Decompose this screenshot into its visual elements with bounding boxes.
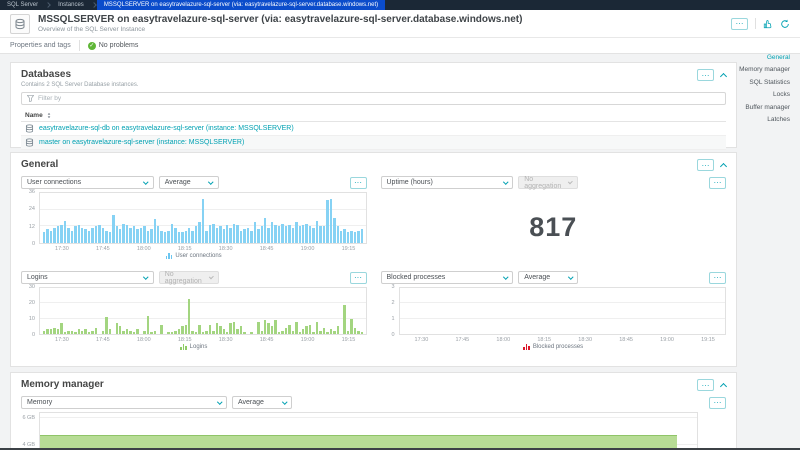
database-icon — [25, 124, 34, 133]
breadcrumb-sql-server[interactable]: SQL Server — [0, 0, 45, 10]
chevron-down-icon — [143, 179, 149, 184]
user-connections-aggregation-dropdown[interactable]: Average — [158, 176, 219, 189]
sidebar-item-latches[interactable]: Latches — [715, 116, 790, 123]
logins-chart: 0 10 20 30 17:30 17:45 18:00 18:15 18:30 18:45 19:… — [21, 284, 367, 350]
logins-metric-dropdown[interactable]: Logins — [21, 271, 154, 284]
memory-chart: 2 GB4 GB6 GB — [21, 412, 698, 450]
breadcrumb-separator-icon — [45, 2, 51, 8]
filter-icon — [27, 95, 34, 102]
general-collapse-icon[interactable] — [719, 162, 728, 171]
general-section: General ··· User connections Average ···… — [10, 152, 737, 367]
database-row[interactable]: master on easytravelazure-sql-server (in… — [21, 136, 726, 150]
page-subtitle: Overview of the SQL Server Instance — [38, 26, 146, 33]
chevron-down-icon — [208, 274, 214, 279]
breadcrumb: SQL Server Instances MSSQLSERVER on easy… — [0, 0, 800, 10]
database-icon — [25, 138, 34, 147]
blocked-processes-aggregation-dropdown[interactable]: Average — [518, 271, 579, 284]
memory-collapse-icon[interactable] — [719, 382, 728, 391]
user-connections-options-button[interactable]: ··· — [349, 176, 367, 189]
databases-section: Databases Contains 2 SQL Server Database… — [10, 62, 737, 150]
problems-status-badge[interactable]: ✓ No problems — [87, 41, 139, 50]
page-title: MSSQLSERVER on easytravelazure-sql-serve… — [38, 14, 523, 25]
logins-aggregation-dropdown: No aggregation — [158, 271, 219, 285]
breadcrumb-current-instance[interactable]: MSSQLSERVER on easytravelazure-sql-serve… — [96, 0, 386, 10]
chevron-down-icon — [568, 179, 574, 184]
thumbs-up-icon[interactable] — [763, 19, 773, 29]
sidebar-item-memory-manager[interactable]: Memory manager — [715, 66, 790, 73]
logins-panel: Logins No aggregation ··· 0 10 20 30 17:30 17… — [21, 271, 367, 350]
uptime-value: 817 — [529, 211, 578, 242]
user-connections-panel: User connections Average ··· 0 12 24 36 17:3… — [21, 176, 367, 262]
chevron-down-icon — [281, 399, 287, 404]
tab-bar: Properties and tags ✓ No problems — [0, 38, 800, 54]
memory-options-button[interactable]: ··· — [709, 396, 726, 409]
no-problems-label: No problems — [98, 42, 139, 49]
database-link[interactable]: easytravelazure-sql-db on easytravelazur… — [39, 125, 294, 132]
breadcrumb-instances[interactable]: Instances — [51, 0, 91, 10]
uptime-options-button[interactable]: ··· — [709, 176, 726, 189]
chevron-down-icon — [503, 179, 508, 184]
uptime-panel: Uptime (hours) No aggregation ··· 817 — [380, 176, 726, 262]
no-problems-check-icon: ✓ — [87, 41, 96, 50]
header-actions: ··· — [731, 17, 790, 30]
divider — [78, 40, 80, 51]
blocked-processes-chart: 0 1 2 3 17:30 17:45 18:00 18:15 18:30 18:45 19:00 1… — [381, 284, 726, 350]
databases-filter — [21, 92, 726, 105]
sort-icon — [47, 112, 51, 119]
refresh-icon[interactable] — [780, 19, 790, 29]
memory-metric-dropdown[interactable]: Memory — [21, 396, 227, 409]
page-header: MSSQLSERVER on easytravelazure-sql-serve… — [0, 10, 800, 38]
chevron-down-icon — [143, 274, 149, 279]
databases-subtitle: Contains 2 SQL Server Database instances… — [21, 82, 139, 88]
memory-aggregation-dropdown[interactable]: Average — [232, 396, 292, 409]
databases-more-button[interactable]: ··· — [697, 69, 714, 81]
name-column-header[interactable]: Name — [25, 112, 43, 119]
logins-options-button[interactable]: ··· — [349, 271, 367, 284]
databases-table-header: Name — [21, 110, 726, 122]
memory-more-button[interactable]: ··· — [697, 379, 714, 391]
memory-manager-section: Memory manager ··· Memory Average ··· 2 … — [10, 372, 737, 450]
sidebar-item-general[interactable]: General — [715, 54, 790, 61]
filter-input[interactable] — [38, 95, 720, 102]
blocked-processes-metric-dropdown[interactable]: Blocked processes — [380, 271, 514, 284]
blocked-processes-panel: Blocked processes Average ··· 0 1 2 3 17:30 1… — [380, 271, 726, 350]
memory-manager-title: Memory manager — [21, 379, 104, 390]
chevron-down-icon — [503, 274, 508, 279]
sql-server-instance-icon — [10, 13, 30, 34]
main-content: Databases Contains 2 SQL Server Database… — [0, 55, 800, 450]
chevron-down-icon — [568, 274, 573, 279]
uptime-aggregation-dropdown: No aggregation — [518, 176, 579, 190]
divider — [755, 18, 756, 29]
databases-title: Databases — [21, 69, 72, 80]
general-more-button[interactable]: ··· — [697, 159, 714, 171]
sidebar-item-sql-statistics[interactable]: SQL Statistics — [715, 79, 790, 86]
header-text: MSSQLSERVER on easytravelazure-sql-serve… — [38, 14, 522, 33]
blocked-processes-options-button[interactable]: ··· — [709, 271, 726, 284]
user-connections-chart: 0 12 24 36 17:30 17:45 18:00 18:15 18:30 18:45 19:… — [21, 189, 367, 259]
chevron-down-icon — [208, 179, 214, 184]
uptime-metric-dropdown[interactable]: Uptime (hours) — [380, 176, 514, 189]
tab-properties-and-tags[interactable]: Properties and tags — [10, 42, 71, 49]
user-connections-metric-dropdown[interactable]: User connections — [21, 176, 154, 189]
database-link[interactable]: master on easytravelazure-sql-server (in… — [39, 139, 244, 146]
breadcrumb-separator-icon — [90, 2, 97, 8]
database-row[interactable]: easytravelazure-sql-db on easytravelazur… — [21, 122, 726, 136]
general-title: General — [21, 159, 59, 170]
sidebar-item-buffer-manager[interactable]: Buffer manager — [715, 104, 790, 111]
chevron-down-icon — [216, 399, 222, 404]
header-more-button[interactable]: ··· — [731, 17, 748, 30]
sidebar-item-locks[interactable]: Locks — [715, 91, 790, 98]
